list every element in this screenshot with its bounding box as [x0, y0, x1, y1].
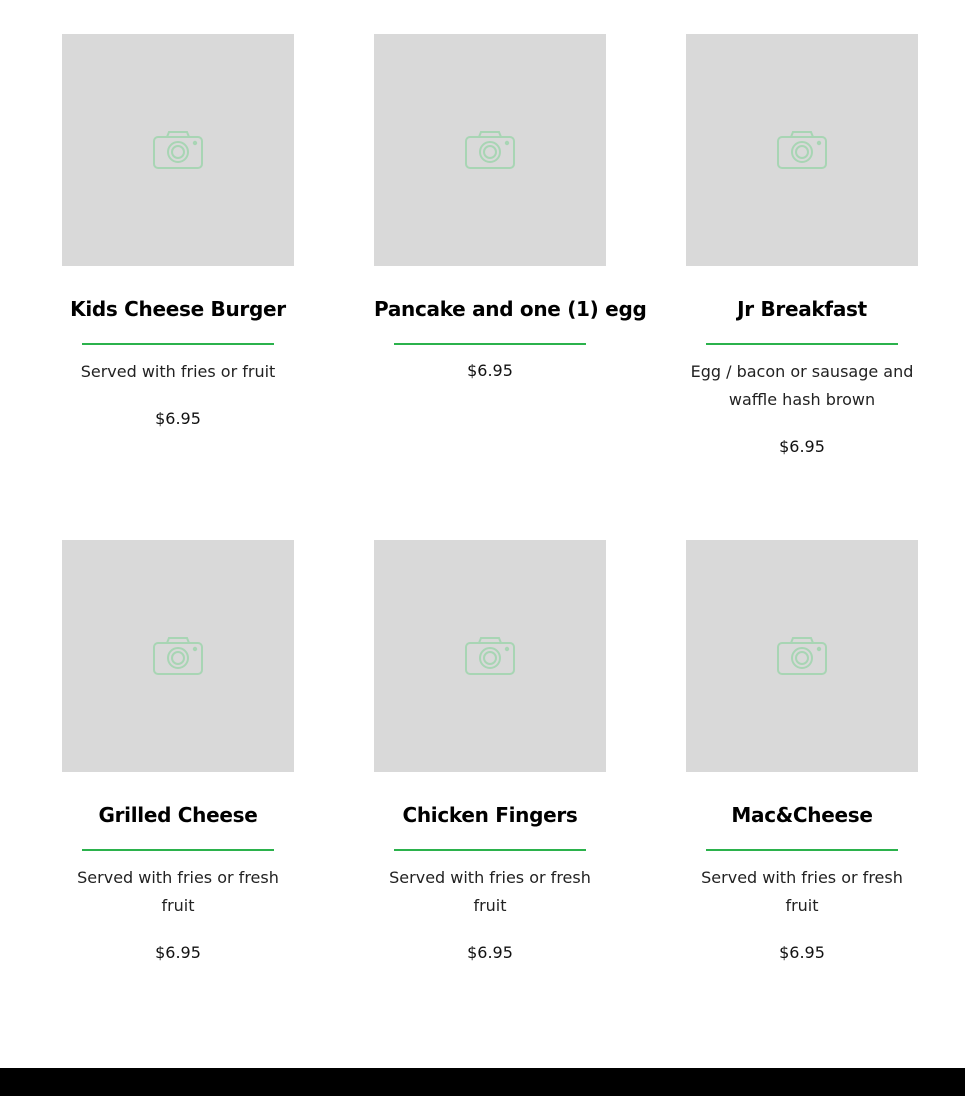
menu-item-card: Jr Breakfast Egg / bacon or sausage and … [686, 34, 918, 457]
menu-item-card: Chicken Fingers Served with fries or fre… [374, 540, 606, 963]
item-description: Served with fries or fresh fruit [77, 868, 279, 915]
item-description: Served with fries or fresh fruit [389, 868, 591, 915]
item-price: $6.95 [779, 437, 825, 456]
camera-icon [153, 636, 203, 676]
item-description: Served with fries or fruit [80, 362, 276, 381]
item-title: Grilled Cheese [98, 803, 258, 827]
camera-icon [153, 130, 203, 170]
item-price: $6.95 [155, 943, 201, 962]
title-divider [706, 343, 898, 345]
camera-icon [777, 636, 827, 676]
menu-item-card: Grilled Cheese Served with fries or fres… [62, 540, 294, 963]
camera-icon [465, 636, 515, 676]
item-description: Egg / bacon or sausage and waffle hash b… [690, 362, 914, 409]
menu-item-card: Kids Cheese Burger Served with fries or … [62, 34, 294, 429]
title-divider [706, 849, 898, 851]
item-image-placeholder[interactable] [374, 540, 606, 772]
item-image-placeholder[interactable] [374, 34, 606, 266]
item-price: $6.95 [467, 361, 513, 380]
item-title: Mac&Cheese [731, 803, 873, 827]
item-price: $6.95 [779, 943, 825, 962]
menu-page: Kids Cheese Burger Served with fries or … [0, 0, 965, 1096]
camera-icon [465, 130, 515, 170]
menu-item-card: Pancake and one (1) egg $6.95 [374, 34, 647, 381]
title-divider [82, 343, 274, 345]
title-divider [394, 849, 586, 851]
title-divider [82, 849, 274, 851]
item-price: $6.95 [467, 943, 513, 962]
menu-item-card: Mac&Cheese Served with fries or fresh fr… [686, 540, 918, 963]
item-description: Served with fries or fresh fruit [701, 868, 903, 915]
camera-icon [777, 130, 827, 170]
title-divider [394, 343, 586, 345]
item-title: Kids Cheese Burger [70, 297, 286, 321]
item-title: Chicken Fingers [402, 803, 578, 827]
item-title: Jr Breakfast [737, 297, 867, 321]
item-image-placeholder[interactable] [686, 540, 918, 772]
item-price: $6.95 [155, 409, 201, 428]
item-image-placeholder[interactable] [62, 540, 294, 772]
item-title: Pancake and one (1) egg [374, 297, 647, 321]
item-image-placeholder[interactable] [62, 34, 294, 266]
footer-bar [0, 1068, 965, 1096]
item-image-placeholder[interactable] [686, 34, 918, 266]
